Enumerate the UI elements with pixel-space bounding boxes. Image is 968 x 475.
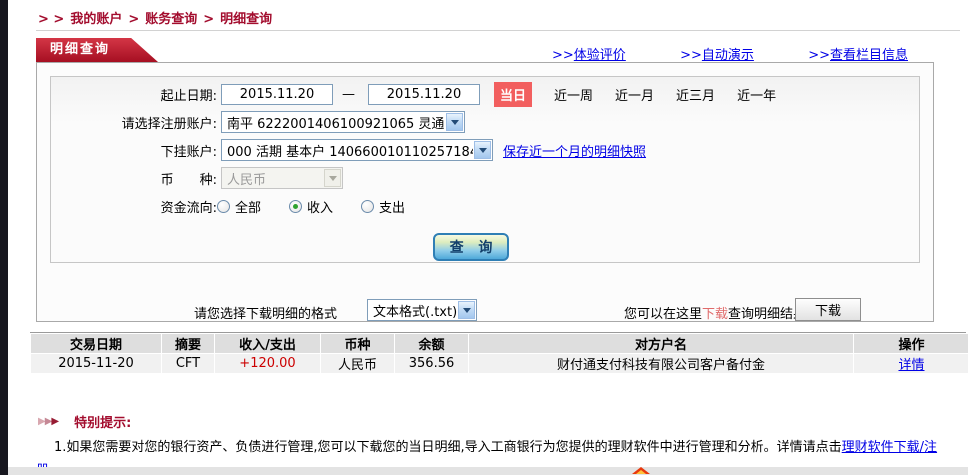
- flow-option-all-label: 全部: [235, 200, 262, 216]
- range-today-button[interactable]: 当日: [494, 81, 533, 107]
- breadcrumb-separator: >: [203, 12, 215, 27]
- notice-line-1: 1.如果您需要对您的银行资产、负债进行管理,您可以下载您的当日明细,导入工商银行…: [36, 439, 938, 456]
- sub-account-select[interactable]: 000 活期 基本户 1406600101102571848: [221, 139, 493, 161]
- range-last-year-link[interactable]: 近一年: [737, 85, 776, 104]
- query-form: 起止日期: — 当日 近一周 近一月 近三月 近一年 请选择注册账户: 南平 6…: [50, 76, 920, 263]
- header-currency: 币种: [321, 334, 394, 353]
- chevron-down-icon: [474, 141, 491, 159]
- register-account-select[interactable]: 南平 6222001406100921065 灵通卡: [221, 111, 465, 133]
- date-to-input[interactable]: [368, 83, 480, 105]
- date-range-dash: —: [342, 86, 355, 102]
- chevron-down-icon: [458, 301, 475, 319]
- table-header-row: 交易日期 摘要 收入/支出 币种 余额 对方户名 操作: [31, 334, 968, 353]
- breadcrumb-my-account[interactable]: 我的账户: [70, 12, 122, 27]
- download-format-value: 文本格式(.txt): [373, 304, 457, 320]
- link-label: 查看栏目信息: [829, 48, 908, 63]
- tab-title: 明细查询: [50, 42, 111, 57]
- query-button[interactable]: 查 询: [433, 233, 509, 261]
- finance-software-download-link[interactable]: 理财软件下载/注: [842, 440, 937, 455]
- radio-icon: [289, 199, 303, 213]
- fund-flow-label: 资金流向:: [160, 200, 217, 216]
- date-range-label: 起止日期:: [160, 88, 217, 104]
- download-hint-prefix: 您可以在这里: [624, 307, 703, 322]
- cell-summary: CFT: [162, 354, 214, 373]
- sub-account-label: 下挂账户:: [160, 144, 217, 160]
- breadcrumb-current-page: 明细查询: [220, 12, 273, 27]
- download-format-select[interactable]: 文本格式(.txt): [367, 299, 477, 321]
- date-range-row: 起止日期: — 当日 近一周 近一月 近三月 近一年: [51, 80, 919, 108]
- header-summary: 摘要: [162, 334, 214, 353]
- link-label: 自动演示: [701, 48, 754, 63]
- breadcrumb-prefix: > >: [38, 12, 65, 27]
- link-prefix: >>: [808, 48, 830, 63]
- currency-row: 币 种: 人民币: [51, 164, 919, 192]
- range-last-month-link[interactable]: 近一月: [615, 85, 654, 104]
- auto-demo-link[interactable]: >>自动演示: [680, 44, 754, 63]
- cell-counterparty: 财付通支付科技有限公司客户备付金: [469, 354, 853, 373]
- tab-detail-query: 明细查询: [36, 38, 158, 62]
- link-prefix: >>: [552, 48, 574, 63]
- flow-option-all[interactable]: 全部: [217, 197, 261, 216]
- page: > > 我的账户 > 账务查询 > 明细查询 明细查询 >>体验评价 >>自动演示 >>查…: [0, 0, 968, 475]
- radio-icon: [361, 199, 375, 213]
- query-panel: 起止日期: — 当日 近一周 近一月 近三月 近一年 请选择注册账户: 南平 6…: [36, 62, 934, 322]
- header-income-expense: 收入/支出: [215, 334, 320, 353]
- flow-option-expense[interactable]: 支出: [361, 197, 405, 216]
- header-transaction-date: 交易日期: [31, 334, 161, 353]
- download-hint-highlight: 下载: [702, 307, 729, 322]
- cell-income-expense: +120.00: [215, 354, 320, 373]
- header-action: 操作: [854, 334, 968, 353]
- bottom-bar: [0, 467, 968, 475]
- cell-balance: 356.56: [395, 354, 468, 373]
- chevron-down-icon: [446, 113, 463, 131]
- chevron-down-icon: [324, 169, 341, 187]
- currency-select-disabled: 人民币: [221, 167, 343, 189]
- horizontal-divider: [36, 30, 960, 31]
- breadcrumb-account-query[interactable]: 账务查询: [145, 12, 197, 27]
- register-account-row: 请选择注册账户: 南平 6222001406100921065 灵通卡: [51, 108, 919, 136]
- flow-option-income-label: 收入: [307, 200, 334, 216]
- range-last-week-link[interactable]: 近一周: [554, 85, 593, 104]
- currency-value: 人民币: [227, 172, 267, 188]
- detail-link[interactable]: 详情: [898, 358, 924, 373]
- table-row: 2015-11-20 CFT +120.00 人民币 356.56 财付通支付科…: [31, 354, 968, 373]
- cell-transaction-date: 2015-11-20: [31, 354, 161, 373]
- link-prefix: >>: [680, 48, 702, 63]
- view-column-info-link[interactable]: >>查看栏目信息: [808, 44, 908, 63]
- register-account-label: 请选择注册账户:: [121, 116, 217, 132]
- top-links: >>体验评价 >>自动演示 >>查看栏目信息: [552, 44, 908, 63]
- register-account-value: 南平 6222001406100921065 灵通卡: [227, 116, 445, 132]
- notice-text: 1.如果您需要对您的银行资产、负债进行管理,您可以下载您的当日明细,导入工商银行…: [54, 440, 842, 455]
- currency-label: 币 种:: [160, 172, 217, 188]
- experience-review-link[interactable]: >>体验评价: [552, 44, 626, 63]
- triple-arrow-icon: ▶▶▶: [38, 416, 59, 427]
- download-hint: 您可以在这里下载查询明细结果: [624, 303, 806, 322]
- cell-action: 详情: [854, 354, 968, 373]
- result-table: 交易日期 摘要 收入/支出 币种 余额 对方户名 操作 2015-11-20 C…: [30, 333, 968, 374]
- range-last-3-months-link[interactable]: 近三月: [676, 85, 715, 104]
- link-label: 体验评价: [573, 48, 626, 63]
- special-notice: ▶▶▶ 特别提示: 1.如果您需要对您的银行资产、负债进行管理,您可以下载您的当…: [36, 412, 938, 475]
- header-counterparty: 对方户名: [469, 334, 853, 353]
- notice-title: 特别提示:: [74, 416, 132, 431]
- radio-icon: [217, 199, 230, 213]
- left-edge-strip: [0, 0, 8, 475]
- cell-currency: 人民币: [321, 354, 394, 373]
- download-button[interactable]: 下载: [795, 298, 861, 321]
- header-balance: 余额: [395, 334, 468, 353]
- result-table-wrap: 交易日期 摘要 收入/支出 币种 余额 对方户名 操作 2015-11-20 C…: [30, 332, 968, 374]
- query-button-row: 查 询: [51, 233, 919, 261]
- breadcrumb-separator: >: [128, 12, 140, 27]
- scroll-up-arrow-icon[interactable]: [632, 467, 650, 474]
- breadcrumb: > > 我的账户 > 账务查询 > 明细查询: [38, 8, 278, 27]
- download-format-label: 请您选择下载明细的格式: [194, 307, 338, 322]
- fund-flow-row: 资金流向: 全部 收入 支出: [51, 192, 919, 220]
- date-from-input[interactable]: [221, 83, 333, 105]
- flow-option-income[interactable]: 收入: [289, 197, 333, 216]
- notice-title-row: ▶▶▶ 特别提示:: [36, 412, 938, 431]
- save-monthly-snapshot-link[interactable]: 保存近一个月的明细快照: [503, 141, 646, 160]
- flow-option-expense-label: 支出: [379, 200, 406, 216]
- sub-account-value: 000 活期 基本户 1406600101102571848: [227, 144, 473, 160]
- sub-account-row: 下挂账户: 000 活期 基本户 1406600101102571848 保存近…: [51, 136, 919, 164]
